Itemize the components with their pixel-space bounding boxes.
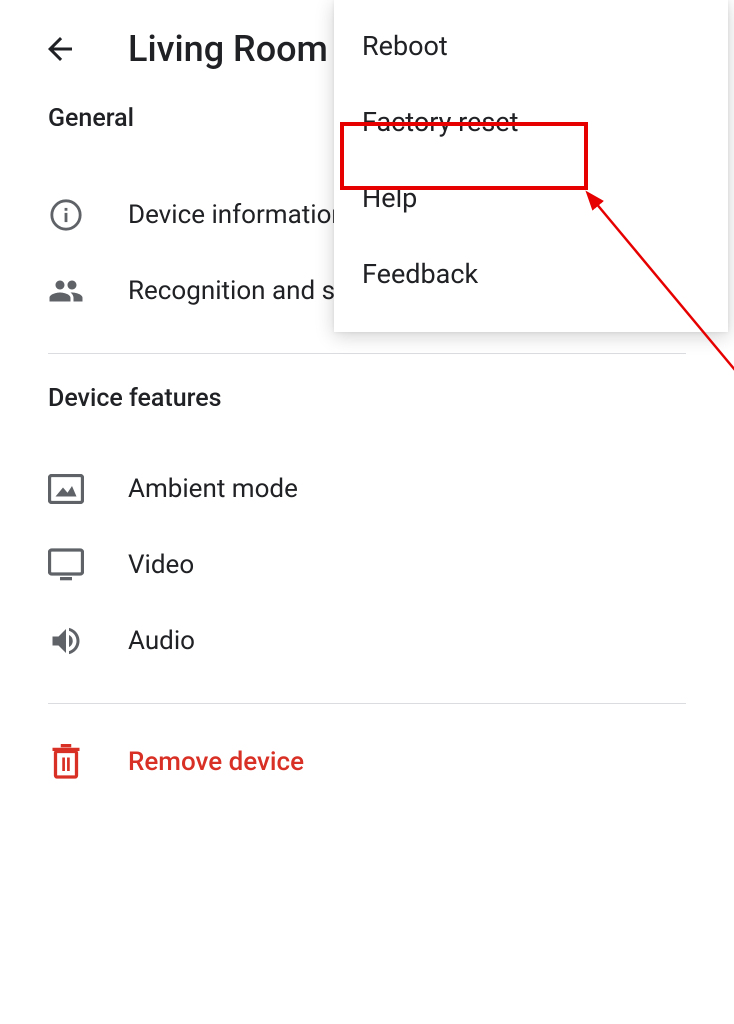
menu-item-factory-reset[interactable]: Factory reset xyxy=(334,84,728,160)
settings-item-ambient[interactable]: Ambient mode xyxy=(0,451,734,527)
settings-item-audio[interactable]: Audio xyxy=(0,603,734,679)
remove-device-button[interactable]: Remove device xyxy=(0,734,734,800)
settings-item-label: Device information xyxy=(128,200,346,230)
monitor-icon xyxy=(48,547,84,583)
settings-item-label: Audio xyxy=(128,626,195,656)
info-icon xyxy=(48,197,84,233)
divider xyxy=(48,703,686,704)
settings-item-label: Video xyxy=(128,550,194,580)
divider xyxy=(48,353,686,354)
arrow-left-icon xyxy=(42,31,78,67)
menu-item-help[interactable]: Help xyxy=(334,160,728,236)
settings-item-label: Ambient mode xyxy=(128,474,298,504)
page-title: Living Room xyxy=(128,28,328,70)
remove-device-label: Remove device xyxy=(128,747,304,777)
settings-item-video[interactable]: Video xyxy=(0,527,734,603)
back-button[interactable] xyxy=(40,29,80,69)
people-icon xyxy=(48,273,84,309)
menu-item-reboot[interactable]: Reboot xyxy=(334,8,728,84)
section-header-device-features: Device features xyxy=(0,384,734,451)
volume-icon xyxy=(48,623,84,659)
overflow-menu: Reboot Factory reset Help Feedback xyxy=(334,0,728,332)
trash-icon xyxy=(48,744,84,780)
image-icon xyxy=(48,471,84,507)
menu-item-feedback[interactable]: Feedback xyxy=(334,236,728,312)
